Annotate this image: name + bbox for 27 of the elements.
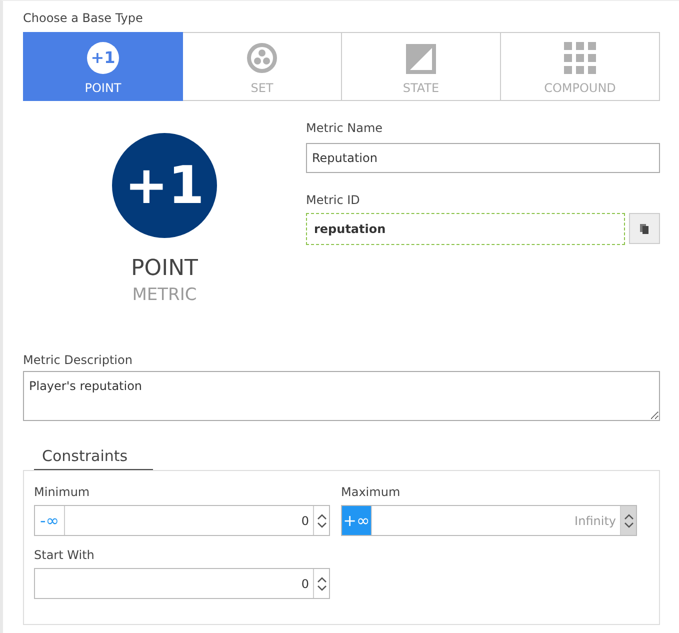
copy-icon (640, 224, 649, 234)
spinner-arrows[interactable] (620, 506, 636, 536)
field-label: Metric ID (306, 192, 361, 207)
number-input[interactable]: Infinity (372, 506, 620, 536)
number-input[interactable]: 0 (65, 506, 313, 536)
copy-button[interactable] (629, 213, 660, 244)
metric-id-field[interactable]: reputation (306, 213, 625, 245)
field-label: Maximum (341, 484, 402, 500)
metric-type-title: POINT (131, 255, 198, 282)
plus-one-badge: +1 (112, 133, 217, 238)
plus-one-icon: +1 (87, 42, 119, 74)
field-label: Start With (34, 547, 96, 562)
spinner-arrows[interactable] (313, 506, 329, 536)
section-label: Choose a Base Type (23, 10, 144, 25)
type-tab[interactable]: +1 POINT (23, 32, 183, 101)
half-square-icon (406, 44, 436, 74)
three-dots-circle-icon (246, 42, 278, 74)
grid-icon (564, 42, 596, 74)
field-label: Minimum (34, 484, 91, 500)
spinner-arrows[interactable] (313, 569, 329, 598)
metric-name-field[interactable]: Reputation (306, 143, 660, 173)
description-field[interactable]: Player's reputation (23, 370, 660, 421)
number-field[interactable]: -∞ 0 (34, 505, 330, 536)
field-label: Metric Name (306, 120, 384, 135)
field-label: Metric Description (23, 352, 134, 367)
constraints-title: Constraints (34, 444, 153, 470)
metric-type-subtitle: METRIC (132, 284, 197, 306)
